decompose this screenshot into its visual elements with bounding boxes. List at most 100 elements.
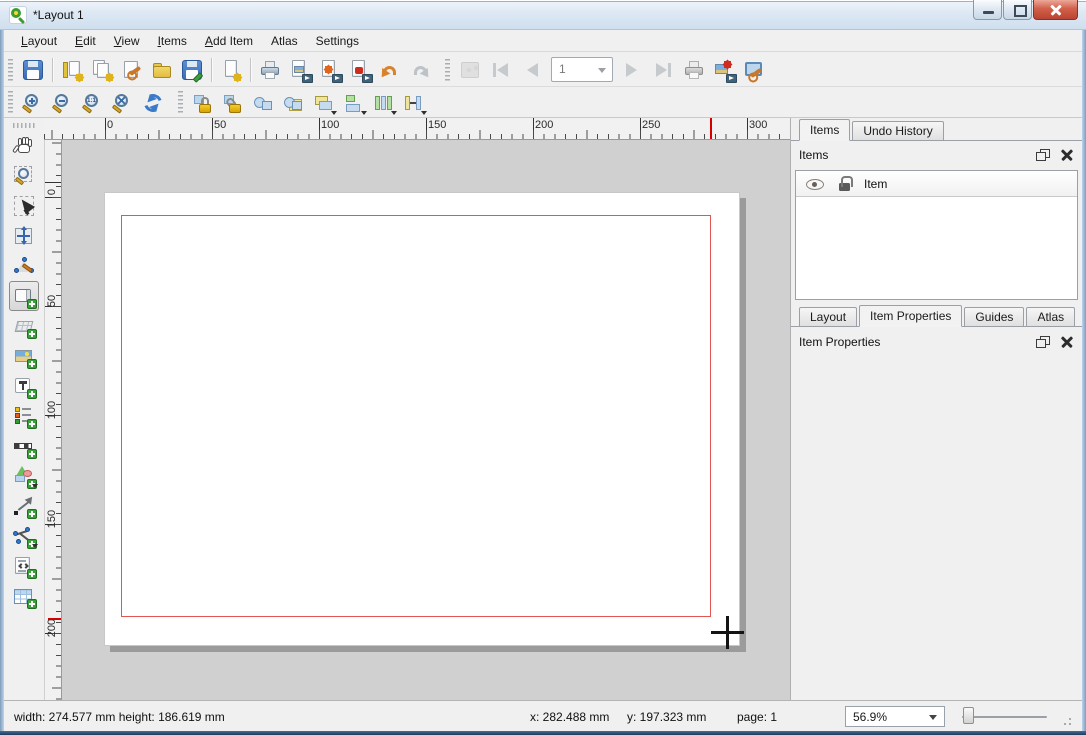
add-legend-button[interactable] [9,401,39,431]
previous-feature-button[interactable] [515,55,545,85]
load-template-button[interactable] [147,55,177,85]
toolbar-grip[interactable] [8,59,13,81]
zoom-level-combobox[interactable]: 56.9% [845,706,945,727]
minimize-button[interactable] [973,0,1002,20]
menu-items[interactable]: Items [149,31,196,51]
ungroup-items-icon [281,91,305,115]
add-map-button[interactable] [9,281,39,311]
tab-layout[interactable]: Layout [799,307,857,326]
zoom-slider-handle[interactable] [963,707,974,724]
close-panel-icon[interactable] [1060,335,1074,348]
menu-layout[interactable]: Layout [12,31,66,51]
tab-undo-history[interactable]: Undo History [852,121,943,140]
refresh-view-button[interactable] [138,88,168,116]
ungroup-items-button[interactable] [278,88,308,116]
preview-atlas-button[interactable] [455,55,485,85]
menu-edit[interactable]: Edit [66,31,105,51]
zoom-out-button[interactable] [48,88,78,116]
edit-nodes-item-button[interactable] [9,251,39,281]
add-3d-map-icon [12,314,36,338]
undo-button[interactable] [375,55,405,85]
add-attribute-table-button[interactable] [9,581,39,611]
new-layout-icon [60,58,84,82]
close-button[interactable] [1033,0,1078,20]
save-project-button[interactable] [18,55,48,85]
ruler-label: 200 [46,617,58,639]
zoom-tool-button[interactable] [9,161,39,191]
group-items-button[interactable] [248,88,278,116]
menu-view[interactable]: View [105,31,149,51]
resize-items-icon [401,91,425,115]
items-tree[interactable]: Item [795,170,1078,300]
toolbar-grip[interactable] [13,123,35,128]
redo-button[interactable] [405,55,435,85]
atlas-page-combobox[interactable]: 1 [551,57,613,82]
add-pages-button[interactable] [216,55,246,85]
toolbar-grip[interactable] [445,59,450,81]
tab-items[interactable]: Items [799,119,850,141]
menu-add-item[interactable]: Add Item [196,31,262,51]
new-layout-button[interactable] [57,55,87,85]
select-move-item-button[interactable] [9,191,39,221]
titlebar[interactable]: *Layout 1 [0,0,1086,30]
horizontal-ruler[interactable]: 0 50 100 150 200 250 300 [44,118,790,140]
items-tree-header: Item [796,171,1077,197]
menu-settings[interactable]: Settings [307,31,368,51]
save-as-template-button[interactable] [177,55,207,85]
layout-manager-button[interactable] [117,55,147,85]
add-html-button[interactable] [9,551,39,581]
toolbar-grip[interactable] [178,91,183,113]
page-indicator-label: page: 1 [737,710,777,724]
export-svg-button[interactable] [315,55,345,85]
maximize-button[interactable] [1003,0,1032,20]
pan-tool-button[interactable] [9,131,39,161]
vertical-ruler[interactable]: 0 50 100 150 200 [44,140,62,700]
add-3d-map-button[interactable] [9,311,39,341]
add-shape-icon [12,464,36,488]
menu-atlas[interactable]: Atlas [262,31,307,51]
zoom-full-button[interactable] [108,88,138,116]
export-image-button[interactable] [285,55,315,85]
zoom-slider[interactable] [962,716,1047,718]
print-atlas-button[interactable] [679,55,709,85]
float-panel-icon[interactable] [1036,336,1050,348]
crosshair-cursor [726,616,729,649]
add-arrow-icon [12,494,36,518]
resize-items-button[interactable] [398,88,428,116]
align-items-button[interactable] [338,88,368,116]
float-panel-icon[interactable] [1036,149,1050,161]
tab-guides[interactable]: Guides [964,307,1024,326]
add-picture-button[interactable] [9,341,39,371]
move-item-content-button[interactable] [9,221,39,251]
layout-canvas[interactable] [62,140,790,700]
last-feature-button[interactable] [649,55,679,85]
lock-items-button[interactable] [188,88,218,116]
zoom-in-button[interactable] [18,88,48,116]
tab-atlas[interactable]: Atlas [1026,307,1075,326]
tab-item-properties[interactable]: Item Properties [859,305,962,327]
add-shape-button[interactable] [9,461,39,491]
raise-items-icon [311,91,335,115]
zoom-actual-button[interactable] [78,88,108,116]
add-scalebar-button[interactable] [9,431,39,461]
add-arrow-button[interactable] [9,491,39,521]
close-panel-icon[interactable] [1060,148,1074,161]
distribute-items-button[interactable] [368,88,398,116]
first-feature-button[interactable] [485,55,515,85]
print-layout-button[interactable] [255,55,285,85]
add-map-icon [12,284,36,308]
unlock-items-button[interactable] [218,88,248,116]
raise-items-button[interactable] [308,88,338,116]
next-feature-button[interactable] [619,55,649,85]
resize-grip-icon[interactable] [1060,714,1072,726]
add-node-item-button[interactable] [9,521,39,551]
zoom-full-icon [111,91,135,115]
layout-toolbar: 1 [4,53,1082,87]
duplicate-layout-button[interactable] [87,55,117,85]
add-legend-icon [12,404,36,428]
add-label-button[interactable] [9,371,39,401]
export-atlas-button[interactable] [709,55,739,85]
atlas-settings-button[interactable] [739,55,769,85]
toolbar-grip[interactable] [8,91,13,113]
export-pdf-button[interactable] [345,55,375,85]
